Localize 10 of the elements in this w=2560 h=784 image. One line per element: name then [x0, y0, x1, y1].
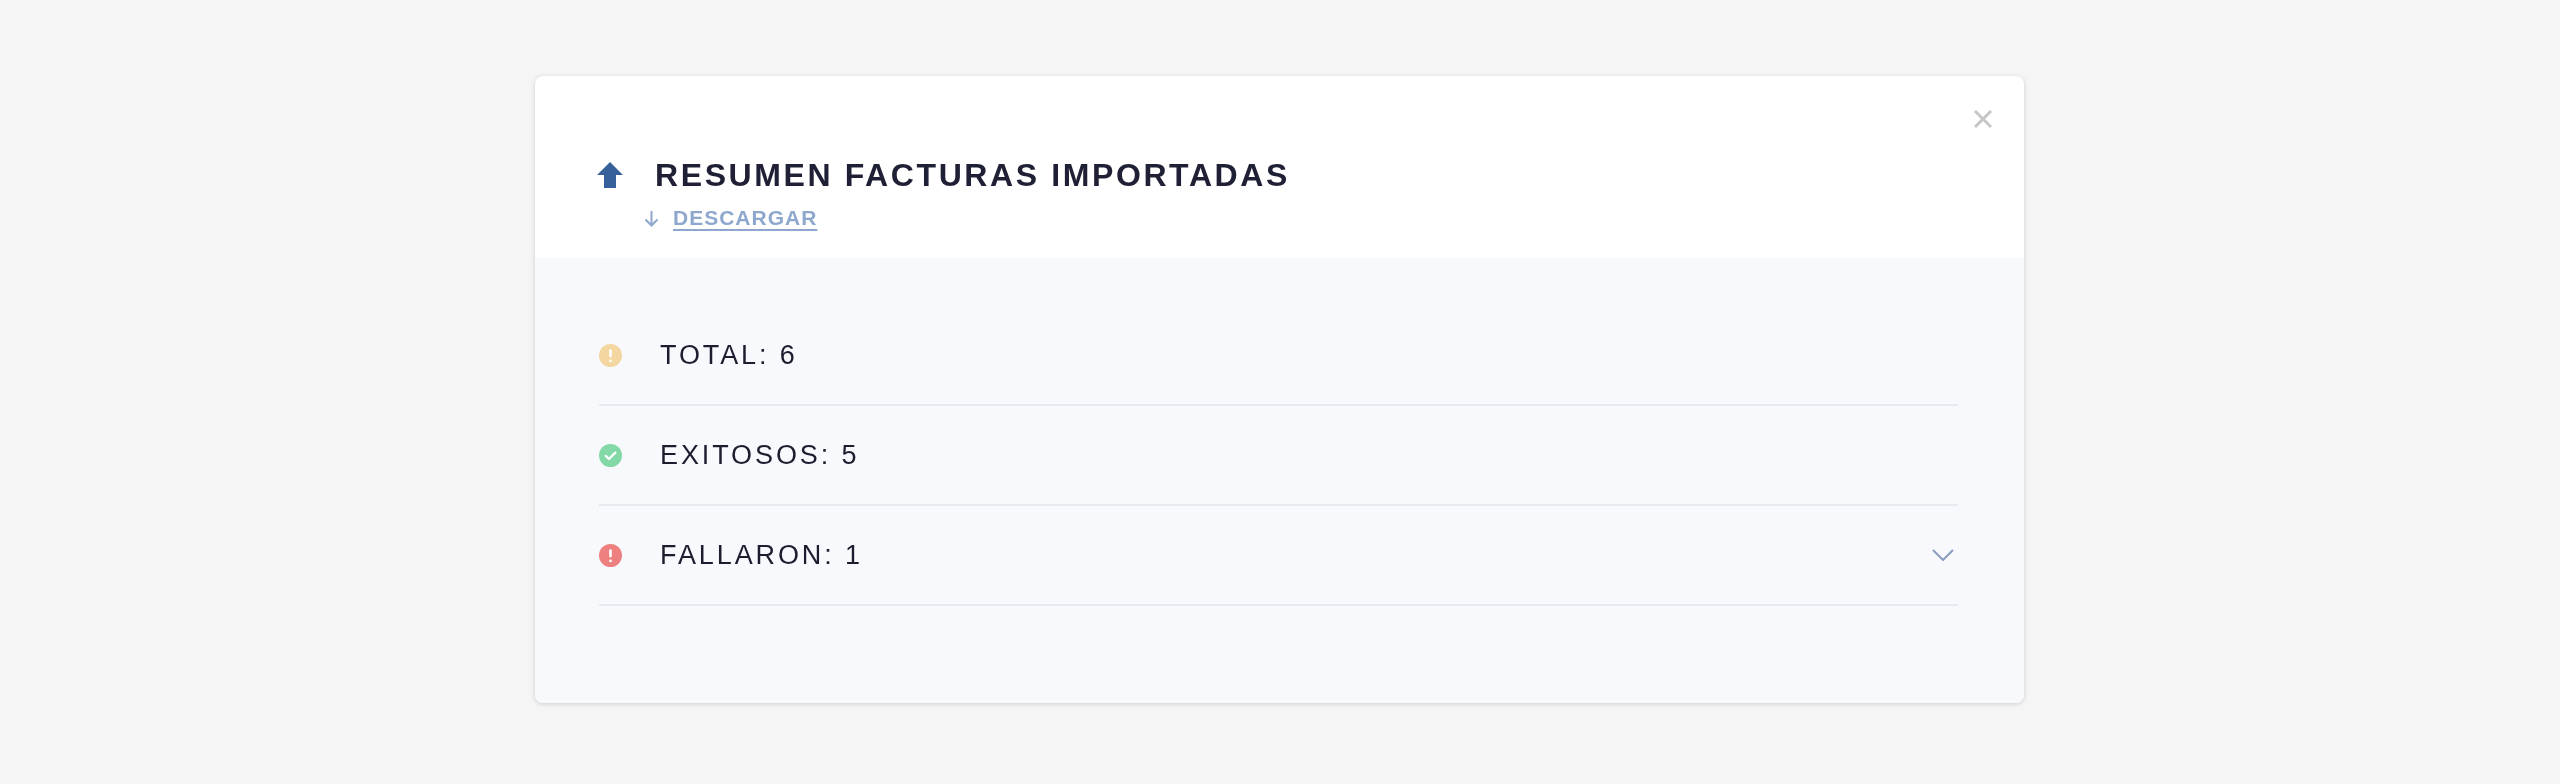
- down-arrow-icon: [643, 209, 660, 227]
- summary-label: EXITOSOS: 5: [660, 439, 860, 472]
- dialog-title: RESUMEN FACTURAS IMPORTADAS: [655, 156, 1290, 195]
- summary-label: FALLARON: 1: [660, 539, 863, 572]
- close-icon: [1973, 109, 1993, 129]
- close-button[interactable]: [1971, 107, 1995, 131]
- summary-label: TOTAL: 6: [660, 339, 798, 372]
- download-link[interactable]: DESCARGAR: [643, 204, 818, 232]
- up-arrow-icon: [597, 162, 623, 188]
- chevron-down-icon[interactable]: [1932, 549, 1954, 561]
